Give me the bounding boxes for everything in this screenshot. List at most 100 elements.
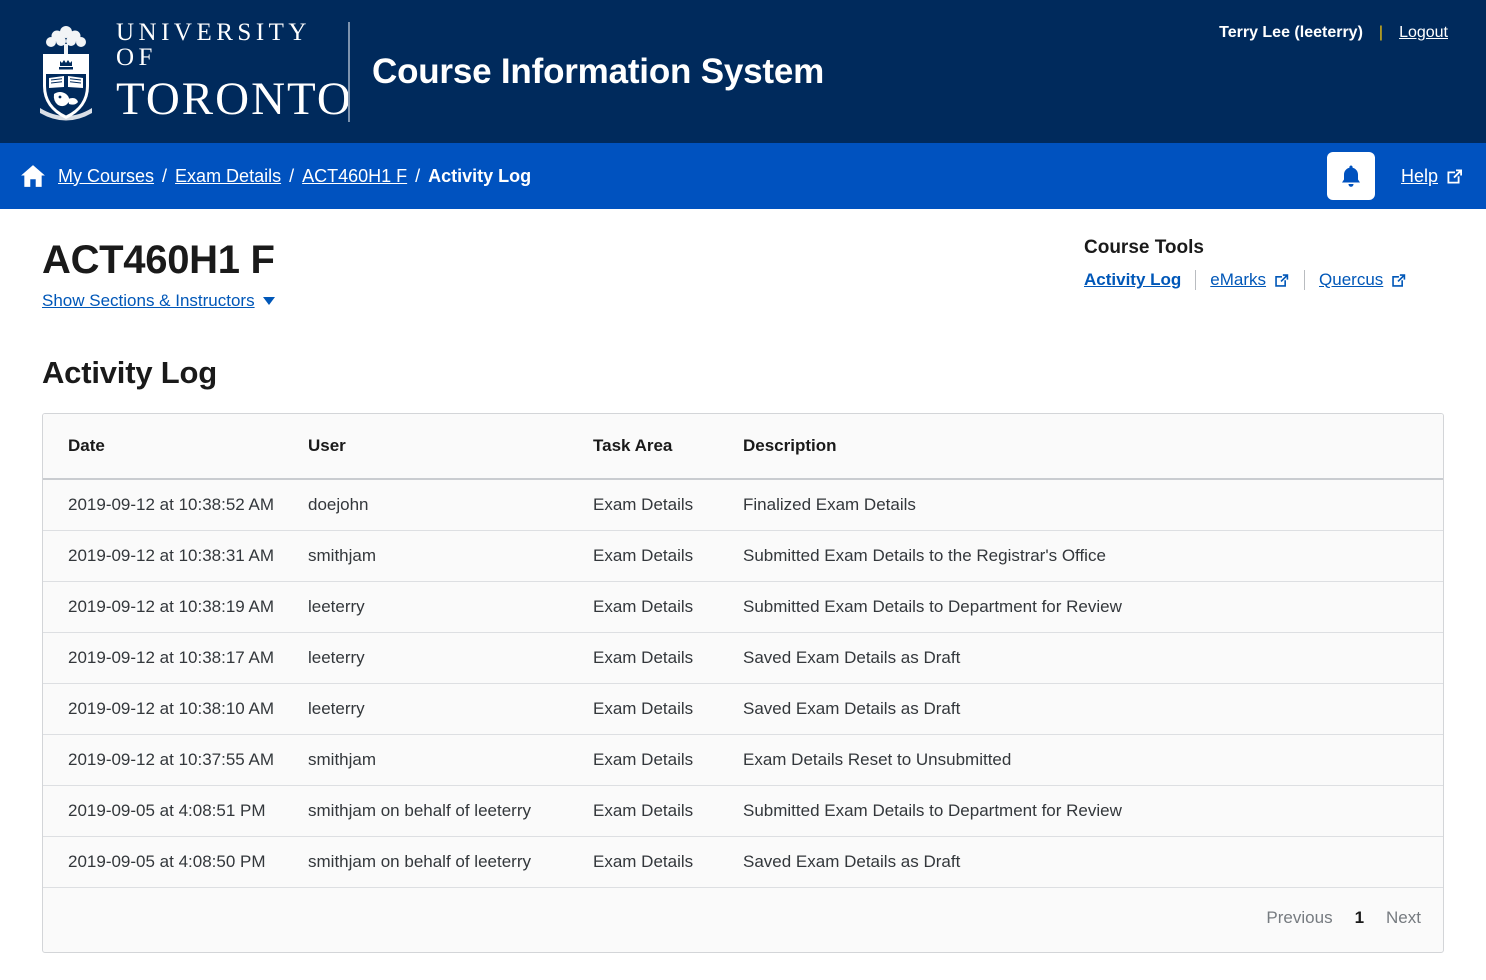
- cell-task-area: Exam Details: [593, 581, 743, 633]
- pagination-page-1[interactable]: 1: [1355, 908, 1364, 928]
- app-header: UNIVERSITY OF TORONTO Course Information…: [0, 0, 1486, 143]
- cell-description: Submitted Exam Details to Department for…: [743, 785, 1443, 837]
- cell-description: Saved Exam Details as Draft: [743, 632, 1443, 684]
- cell-user: leeterry: [308, 581, 593, 633]
- cell-task-area: Exam Details: [593, 734, 743, 786]
- bell-icon: [1341, 165, 1360, 187]
- cell-description: Finalized Exam Details: [743, 479, 1443, 531]
- current-user-name: Terry Lee (leeterry): [1219, 24, 1363, 41]
- university-wordmark: UNIVERSITY OF TORONTO: [116, 20, 353, 123]
- course-tools-title: Course Tools: [1084, 237, 1204, 258]
- cell-description: Submitted Exam Details to the Registrar'…: [743, 530, 1443, 582]
- table-footer: Previous 1 Next: [43, 888, 1443, 953]
- cell-description: Saved Exam Details as Draft: [743, 683, 1443, 735]
- cell-description: Saved Exam Details as Draft: [743, 836, 1443, 888]
- course-tool-quercus[interactable]: Quercus: [1319, 270, 1407, 290]
- cell-date: 2019-09-12 at 10:38:17 AM: [43, 632, 308, 684]
- pagination-previous-button[interactable]: Previous: [1266, 908, 1332, 928]
- table-row: 2019-09-05 at 4:08:50 PM smithjam on beha…: [43, 836, 1443, 888]
- pagination-next-button[interactable]: Next: [1386, 908, 1421, 928]
- breadcrumb-separator: /: [162, 165, 168, 186]
- cell-date: 2019-09-05 at 4:08:50 PM: [43, 836, 308, 888]
- app-title: Course Information System: [372, 51, 825, 91]
- course-tools-links: Activity Log eMarks Quercus: [1084, 270, 1444, 290]
- external-link-icon: [1390, 272, 1407, 289]
- course-tools-panel: Course Tools Activity Log eMarks Quercus: [1084, 237, 1444, 290]
- course-tool-emarks-label: eMarks: [1210, 270, 1267, 289]
- uoft-crest-icon: [40, 25, 92, 120]
- table-row: 2019-09-12 at 10:38:19 AM leeterry Exam De…: [43, 581, 1443, 633]
- cell-task-area: Exam Details: [593, 785, 743, 837]
- course-tools-separator: [1304, 270, 1306, 290]
- external-link-icon: [1445, 167, 1464, 186]
- column-header-task-area: Task Area: [593, 414, 743, 480]
- notifications-button[interactable]: [1326, 152, 1375, 200]
- main-content: ACT460H1 F Show Sections & Instructors C…: [0, 209, 1486, 953]
- pagination-row: Previous 1 Next: [43, 888, 1443, 953]
- cell-date: 2019-09-12 at 10:38:10 AM: [43, 683, 308, 735]
- cell-date: 2019-09-12 at 10:38:19 AM: [43, 581, 308, 633]
- table-row: 2019-09-12 at 10:38:31 AM smithjam Exam De…: [43, 530, 1443, 582]
- cell-date: 2019-09-12 at 10:38:52 AM: [43, 479, 308, 531]
- university-logo: UNIVERSITY OF TORONTO: [0, 0, 351, 143]
- cell-user: leeterry: [308, 632, 593, 684]
- cell-task-area: Exam Details: [593, 479, 743, 531]
- breadcrumb-bar: My Courses / Exam Details / ACT460H1 F /…: [0, 143, 1486, 209]
- cell-description: Submitted Exam Details to Department for…: [743, 581, 1443, 633]
- external-link-icon: [1273, 272, 1290, 289]
- cell-date: 2019-09-05 at 4:08:51 PM: [43, 785, 308, 837]
- pagination: Previous 1 Next: [43, 908, 1443, 928]
- table-row: 2019-09-12 at 10:37:55 AM smithjam Exam De…: [43, 734, 1443, 786]
- section-title: Activity Log: [42, 355, 218, 390]
- column-header-description: Description: [743, 414, 1443, 480]
- activity-log-table: Date User Task Area Description 2019-09-…: [43, 414, 1443, 952]
- cell-user: smithjam: [308, 530, 593, 582]
- cell-task-area: Exam Details: [593, 530, 743, 582]
- table-row: 2019-09-05 at 4:08:51 PM smithjam on beha…: [43, 785, 1443, 837]
- header-divider: [348, 22, 350, 122]
- breadcrumb-item-course[interactable]: ACT460H1 F: [302, 166, 407, 187]
- activity-log-table-container: Date User Task Area Description 2019-09-…: [42, 413, 1444, 953]
- course-tool-quercus-label: Quercus: [1319, 270, 1384, 289]
- cell-user: smithjam: [308, 734, 593, 786]
- breadcrumb-separator: /: [289, 165, 295, 186]
- table-header-row: Date User Task Area Description: [43, 414, 1443, 480]
- nav-actions: Help: [1326, 143, 1464, 209]
- chevron-down-icon: [262, 297, 275, 305]
- user-session-area: Terry Lee (leeterry) | Logout: [1219, 24, 1448, 42]
- table-body: 2019-09-12 at 10:38:52 AM doejohn Exam Det…: [43, 479, 1443, 888]
- course-tool-activity-log[interactable]: Activity Log: [1084, 270, 1181, 290]
- course-header: ACT460H1 F Show Sections & Instructors C…: [42, 209, 1444, 311]
- show-sections-instructors-toggle[interactable]: Show Sections & Instructors: [42, 291, 275, 311]
- column-header-date: Date: [43, 414, 308, 480]
- table-row: 2019-09-12 at 10:38:52 AM doejohn Exam Det…: [43, 479, 1443, 531]
- column-header-user: User: [308, 414, 593, 480]
- wordmark-line-1: UNIVERSITY OF: [116, 19, 311, 71]
- breadcrumb-separator: /: [415, 165, 421, 186]
- cell-task-area: Exam Details: [593, 683, 743, 735]
- cell-user: doejohn: [308, 479, 593, 531]
- cell-description: Exam Details Reset to Unsubmitted: [743, 734, 1443, 786]
- show-sections-instructors-label: Show Sections & Instructors: [42, 291, 255, 310]
- wordmark-line-2: TORONTO: [116, 73, 353, 125]
- cell-task-area: Exam Details: [593, 836, 743, 888]
- help-link[interactable]: Help: [1401, 166, 1464, 187]
- course-tool-emarks[interactable]: eMarks: [1210, 270, 1290, 290]
- cell-user: smithjam on behalf of leeterry: [308, 785, 593, 837]
- table-row: 2019-09-12 at 10:38:10 AM leeterry Exam De…: [43, 683, 1443, 735]
- pagination-cell: Previous 1 Next: [43, 888, 1443, 953]
- cell-user: leeterry: [308, 683, 593, 735]
- course-tools-separator: [1195, 270, 1197, 290]
- user-separator: |: [1378, 24, 1384, 41]
- help-link-label: Help: [1400, 165, 1438, 186]
- table-row: 2019-09-12 at 10:38:17 AM leeterry Exam De…: [43, 632, 1443, 684]
- breadcrumb-item-exam-details[interactable]: Exam Details: [175, 166, 281, 187]
- breadcrumb-item-my-courses[interactable]: My Courses: [58, 166, 154, 187]
- cell-date: 2019-09-12 at 10:37:55 AM: [43, 734, 308, 786]
- table-header: Date User Task Area Description: [43, 414, 1443, 480]
- logout-link[interactable]: Logout: [1399, 24, 1448, 42]
- cell-task-area: Exam Details: [593, 632, 743, 684]
- breadcrumb-item-activity-log: Activity Log: [428, 165, 532, 186]
- cell-user: smithjam on behalf of leeterry: [308, 836, 593, 888]
- home-icon[interactable]: [20, 164, 46, 188]
